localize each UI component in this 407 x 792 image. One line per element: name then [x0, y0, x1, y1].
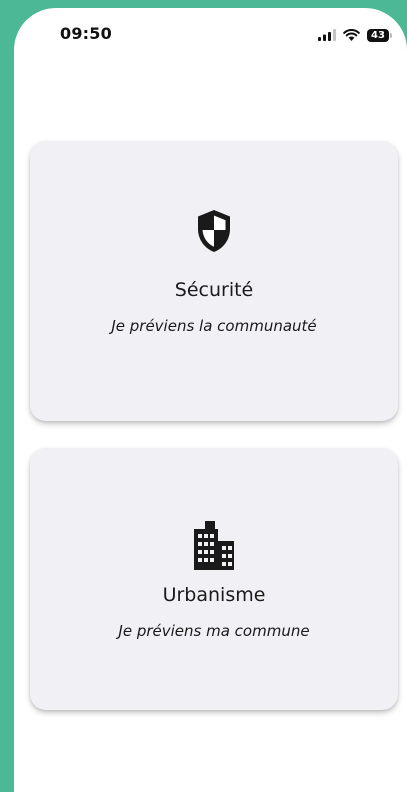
signal-icon	[318, 26, 336, 45]
urbanism-card[interactable]: Urbanisme Je préviens ma commune	[30, 448, 398, 710]
battery-cap	[390, 33, 392, 38]
battery-icon: 43	[367, 29, 393, 42]
security-card-title: Sécurité	[174, 279, 254, 301]
security-card-subtitle: Je préviens la communauté	[111, 317, 317, 335]
phone-screen: 09:50 43 Sécurité Je préviens la communa…	[14, 8, 407, 792]
status-time: 09:50	[60, 24, 112, 43]
urbanism-card-subtitle: Je préviens ma commune	[118, 622, 310, 640]
battery-level: 43	[367, 29, 389, 42]
status-bar: 09:50 43	[14, 8, 407, 62]
urbanism-card-title: Urbanisme	[162, 584, 266, 606]
security-card[interactable]: Sécurité Je préviens la communauté	[30, 141, 398, 421]
shield-icon	[196, 209, 232, 257]
wifi-icon	[343, 26, 360, 45]
building-icon	[190, 518, 238, 574]
status-icons: 43	[318, 26, 393, 45]
